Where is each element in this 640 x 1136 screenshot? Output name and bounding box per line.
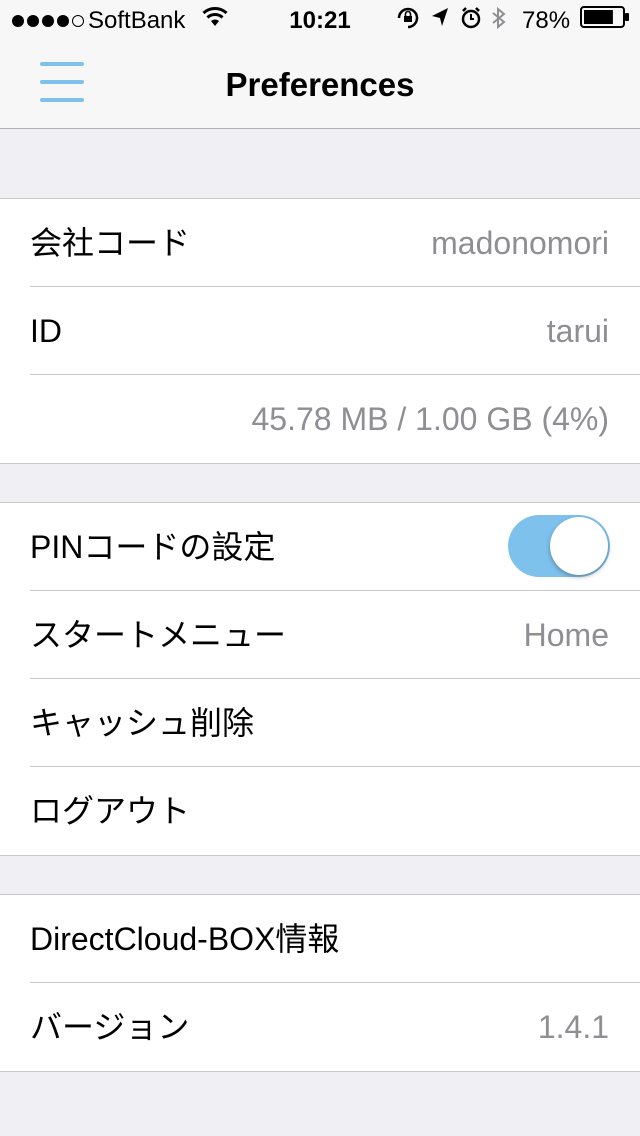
bluetooth-icon (492, 6, 506, 30)
clear-cache-label: キャッシュ削除 (30, 705, 255, 741)
company-code-label: 会社コード (30, 225, 191, 261)
id-label: ID (30, 313, 62, 349)
logout-label: ログアウト (30, 793, 191, 829)
location-arrow-icon (432, 8, 448, 26)
storage-usage: 45.78 MB / 1.00 GB (4%) (251, 401, 610, 437)
status-bar: SoftBank 10:21 78% (0, 0, 640, 40)
logout-row[interactable]: ログアウト (30, 767, 640, 855)
app-info-label: DirectCloud-BOX情報 (30, 921, 340, 957)
app-info-row[interactable]: DirectCloud-BOX情報 (30, 895, 640, 983)
pin-code-label: PINコードの設定 (30, 529, 276, 565)
company-code-value: madonomori (431, 225, 609, 261)
pin-code-row: PINコードの設定 (30, 503, 640, 591)
company-code-row: 会社コード madonomori (30, 199, 640, 287)
start-menu-value: Home (523, 617, 609, 653)
settings-section: PINコードの設定 スタートメニュー Home キャッシュ削除 ログアウト (0, 502, 640, 856)
version-row: バージョン 1.4.1 (30, 983, 640, 1071)
battery-icon (580, 6, 630, 36)
status-icons (396, 6, 518, 36)
version-value: 1.4.1 (537, 1009, 609, 1045)
start-menu-row[interactable]: スタートメニュー Home (30, 591, 640, 679)
alarm-icon (461, 7, 481, 29)
id-row: ID tarui (30, 287, 640, 375)
clear-cache-row[interactable]: キャッシュ削除 (30, 679, 640, 767)
toggle-knob (550, 517, 608, 575)
storage-row: 45.78 MB / 1.00 GB (4%) (30, 375, 640, 463)
navigation-bar: Preferences (0, 40, 640, 129)
id-value: tarui (546, 313, 609, 349)
pin-code-toggle[interactable] (508, 515, 610, 577)
rotation-lock-icon (397, 7, 419, 29)
account-section: 会社コード madonomori ID tarui 45.78 MB / 1.0… (0, 198, 640, 464)
battery-percent: 78% (522, 7, 571, 34)
version-label: バージョン (30, 1009, 190, 1045)
about-section: DirectCloud-BOX情報 バージョン 1.4.1 (0, 894, 640, 1072)
page-title: Preferences (225, 66, 415, 103)
start-menu-label: スタートメニュー (30, 617, 287, 653)
